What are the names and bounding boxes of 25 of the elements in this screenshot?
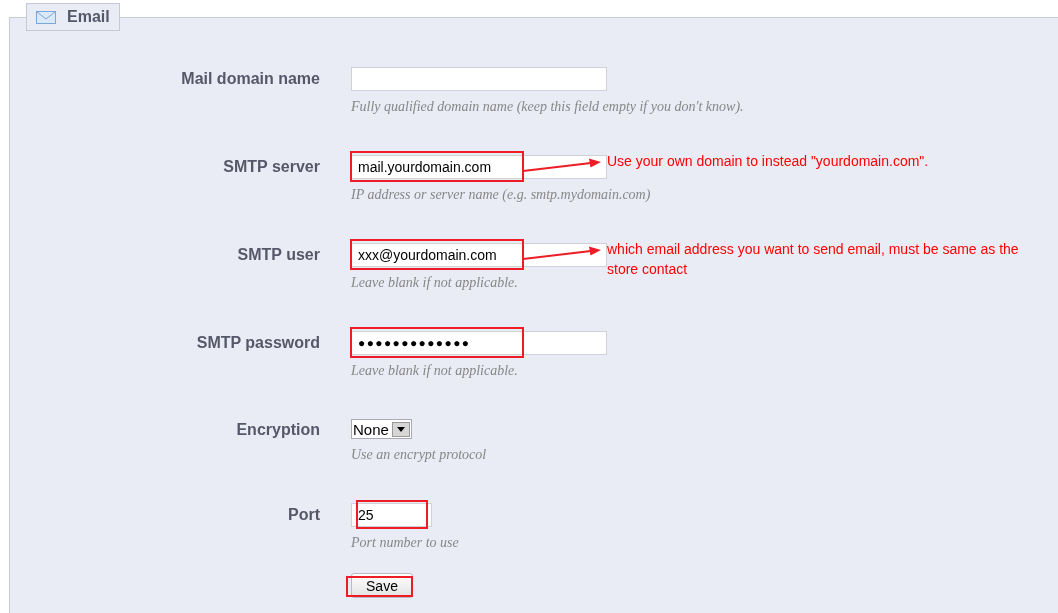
- field-hint: Leave blank if not applicable.: [351, 362, 518, 380]
- input-field[interactable]: xxx@yourdomain.com: [351, 243, 607, 267]
- dropdown[interactable]: None: [351, 419, 412, 439]
- input-field[interactable]: mail.yourdomain.com: [351, 155, 607, 179]
- field-label: SMTP user: [237, 245, 320, 265]
- field-label: SMTP server: [223, 157, 320, 177]
- field-label: Port: [288, 505, 320, 525]
- field-hint: Port number to use: [351, 534, 459, 552]
- field-hint: Use an encrypt protocol: [351, 446, 487, 464]
- arrow-icon: [523, 157, 601, 175]
- input-field[interactable]: 25: [351, 503, 432, 527]
- input-field[interactable]: [351, 67, 607, 91]
- annotation-note: which email address you want to send email, must be same as the store contact: [607, 240, 1020, 279]
- envelope-icon: [36, 10, 56, 24]
- arrow-icon: [523, 245, 601, 263]
- field-label: SMTP password: [196, 333, 320, 353]
- field-hint: Fully qualified domain name (keep this field empty if you don't know).: [351, 98, 744, 116]
- annotation-note: Use your own domain to instead "yourdomain.com".: [607, 152, 929, 171]
- field-hint: Leave blank if not applicable.: [351, 274, 518, 292]
- caret-icon: [392, 421, 410, 437]
- field-label: Encryption: [236, 420, 320, 440]
- field-label: Mail domain name: [181, 69, 320, 89]
- field-hint: IP address or server name (e.g. smtp.mydomain.com): [351, 186, 651, 204]
- password-field[interactable]: ●●●●●●●●●●●●●: [351, 331, 607, 355]
- section-title: Email: [67, 8, 110, 26]
